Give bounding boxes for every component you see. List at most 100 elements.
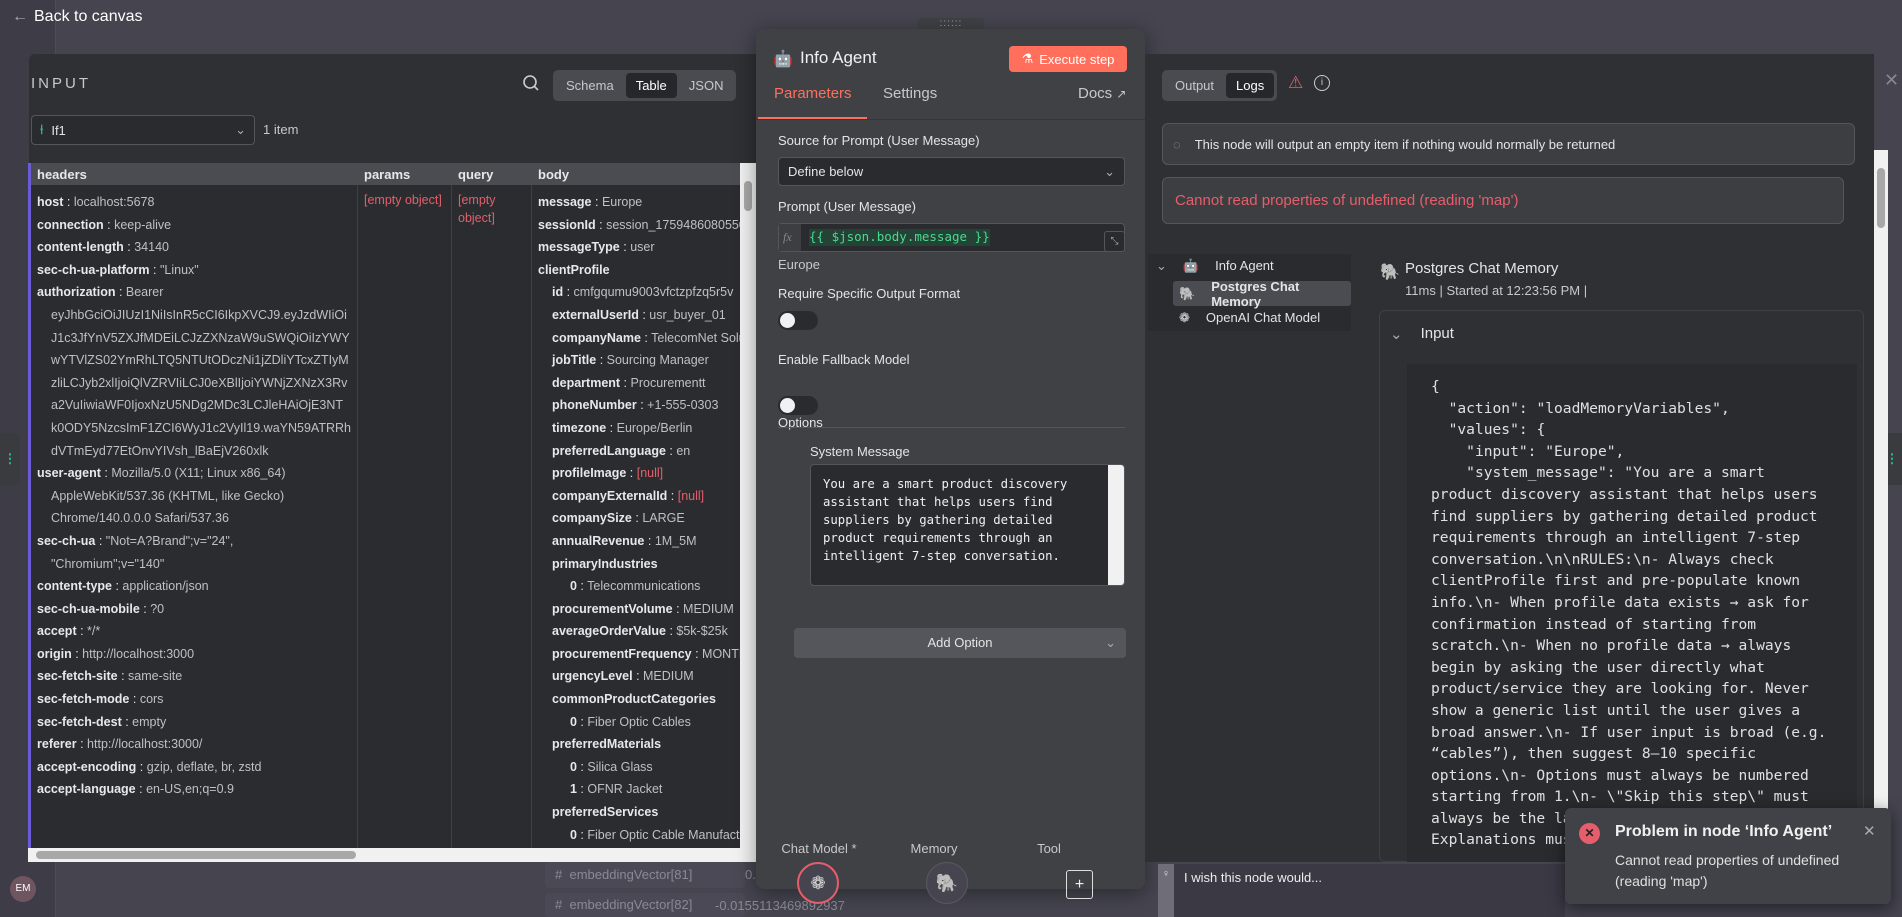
user-avatar[interactable]: EM: [10, 876, 36, 902]
value: MONTHLY: [702, 646, 740, 661]
value: Mozilla/5.0 (X11; Linux x86_64): [111, 466, 286, 481]
body-entry: id : cmfgqumu9003vfctzpfzq5r5v: [552, 285, 734, 300]
feedback-placeholder: I wish this node would...: [1184, 870, 1323, 885]
value: LARGE: [642, 511, 685, 526]
key: primaryIndustries: [552, 556, 658, 571]
add-tool-button[interactable]: +: [1066, 870, 1093, 899]
tree-item-postgres-chat-memory[interactable]: 🐘 Postgres Chat Memory: [1173, 279, 1351, 309]
key: phoneNumber: [552, 398, 637, 413]
tab-parameters[interactable]: Parameters: [774, 85, 852, 102]
source-select[interactable]: Define below ⌄: [778, 157, 1125, 186]
query-value: [empty object]: [458, 193, 496, 225]
chevron-down-icon: ⌄: [235, 122, 246, 137]
body-cell: message : Europe sessionId : session_1759…: [532, 185, 740, 848]
prompt-label: Prompt (User Message): [778, 199, 916, 214]
value: usr_buyer_01: [649, 307, 726, 322]
node-parameters-panel: 🤖 Info Agent ⚗ Execute step Parameters Se…: [756, 29, 1145, 889]
tree-item-info-agent[interactable]: ⌄ 🤖 Info Agent: [1156, 258, 1274, 274]
value: Bearer: [125, 285, 164, 300]
value-continuation: k0ODY5NzcsImF1ZCI6WyJ1c2VyIl19.waYN59ATR…: [51, 420, 351, 435]
back-to-canvas-button[interactable]: ← Back to canvas: [12, 8, 143, 26]
key: sessionId: [538, 217, 596, 232]
value: Europe: [601, 195, 643, 209]
external-link-icon: ↗: [1116, 87, 1127, 101]
key: procurementFrequency: [552, 646, 692, 661]
key: connection: [37, 217, 104, 232]
chevron-down-icon: ⌄: [1105, 635, 1116, 650]
key: profileImage: [552, 466, 627, 481]
expand-editor-icon[interactable]: ⤡: [1104, 231, 1125, 252]
input-table: headers params query body host : localho…: [28, 163, 740, 848]
node-title: Info Agent: [800, 48, 877, 67]
header-entry: sec-fetch-dest : empty: [37, 714, 167, 729]
openai-chat-model-connector[interactable]: ❁: [797, 862, 839, 904]
notice-text: This node will output an empty item if n…: [1194, 136, 1616, 152]
body-entry: timezone : Europe/Berlin: [552, 420, 693, 435]
value: [null]: [636, 466, 664, 481]
input-connector-handle[interactable]: ⁝: [0, 433, 20, 485]
close-ndv-icon[interactable]: ✕: [1884, 70, 1899, 91]
fallback-toggle[interactable]: [778, 396, 818, 415]
value: Procurementt: [630, 375, 706, 390]
lightbulb-icon: ♀: [1158, 864, 1174, 917]
system-message-textarea[interactable]: You are a smart product discovery assist…: [810, 464, 1125, 586]
value: keep-alive: [114, 217, 172, 232]
feedback-input[interactable]: ♀ I wish this node would...: [1158, 864, 1565, 917]
tree-label: Info Agent: [1215, 258, 1274, 273]
require-format-label: Require Specific Output Format: [778, 286, 961, 301]
tab-settings[interactable]: Settings: [883, 85, 937, 102]
key: accept-language: [37, 782, 136, 797]
docs-link[interactable]: Docs ↗: [1078, 85, 1126, 102]
require-format-toggle[interactable]: [778, 311, 818, 330]
key: companySize: [552, 511, 632, 526]
input-node-select[interactable]: ⍿ If1 ⌄: [31, 115, 255, 145]
value: en-US,en;q=0.9: [146, 782, 234, 797]
input-section-toggle[interactable]: ⌄ Input: [1390, 325, 1454, 343]
key: origin: [37, 646, 72, 661]
add-option-button[interactable]: Add Option ⌄: [794, 628, 1126, 658]
body-entry: commonProductCategories: [538, 688, 740, 711]
view-table[interactable]: Table: [625, 73, 677, 98]
add-option-label: Add Option: [927, 635, 993, 650]
value: same-site: [128, 669, 183, 684]
prompt-input[interactable]: fx {{ $json.body.message }}: [778, 223, 1125, 252]
body-entry: preferredMaterials: [538, 733, 740, 756]
item-count: 1 item: [263, 122, 299, 137]
view-output[interactable]: Output: [1165, 73, 1224, 98]
canvas-row: # embeddingVector[81]: [545, 862, 745, 888]
hash-icon: #: [555, 867, 570, 882]
value: $5k-$25k: [676, 624, 728, 639]
table-vertical-scrollbar[interactable]: [740, 163, 756, 848]
duration: 11ms: [1405, 283, 1436, 298]
output-scrollbar[interactable]: [1874, 150, 1888, 862]
info-icon[interactable]: i: [1314, 75, 1330, 91]
execute-step-button[interactable]: ⚗ Execute step: [1009, 46, 1127, 72]
postgres-memory-connector[interactable]: 🐘: [926, 862, 968, 904]
header-entry: origin : http://localhost:3000: [37, 646, 195, 661]
body-entry: jobTitle : Sourcing Manager: [552, 353, 709, 368]
key: authorization: [37, 285, 116, 300]
search-icon[interactable]: [522, 74, 540, 92]
key: sec-fetch-mode: [37, 692, 130, 707]
body-entry: companyName : TelecomNet Solutions: [538, 327, 740, 350]
view-schema[interactable]: Schema: [556, 73, 624, 98]
value: Europe/Berlin: [616, 420, 693, 435]
value: Sourcing Manager: [606, 353, 709, 368]
view-logs[interactable]: Logs: [1226, 73, 1275, 98]
key: averageOrderValue: [552, 624, 666, 639]
toast-message: Cannot read properties of undefined (rea…: [1615, 852, 1840, 889]
view-json[interactable]: JSON: [679, 73, 734, 98]
table-horizontal-scrollbar[interactable]: [28, 848, 756, 862]
textarea-scrollbar[interactable]: [1108, 465, 1124, 585]
value: session_1759486080550: [606, 217, 740, 232]
body-entry: clientProfile: [538, 259, 740, 282]
body-entry: 1 : OFNR Jacket: [570, 782, 663, 797]
key: annualRevenue: [552, 533, 645, 548]
tree-item-openai-chat-model[interactable]: ❁ OpenAI Chat Model: [1179, 310, 1320, 326]
key: sec-fetch-dest: [37, 714, 122, 729]
body-entry: companyExternalId : [null]: [552, 488, 705, 503]
tabs-divider: [756, 119, 1145, 120]
toast-close-icon[interactable]: ✕: [1863, 822, 1876, 840]
body-entry: urgencyLevel : MEDIUM: [552, 669, 694, 684]
system-message-text: You are a smart product discovery assist…: [823, 477, 1068, 563]
